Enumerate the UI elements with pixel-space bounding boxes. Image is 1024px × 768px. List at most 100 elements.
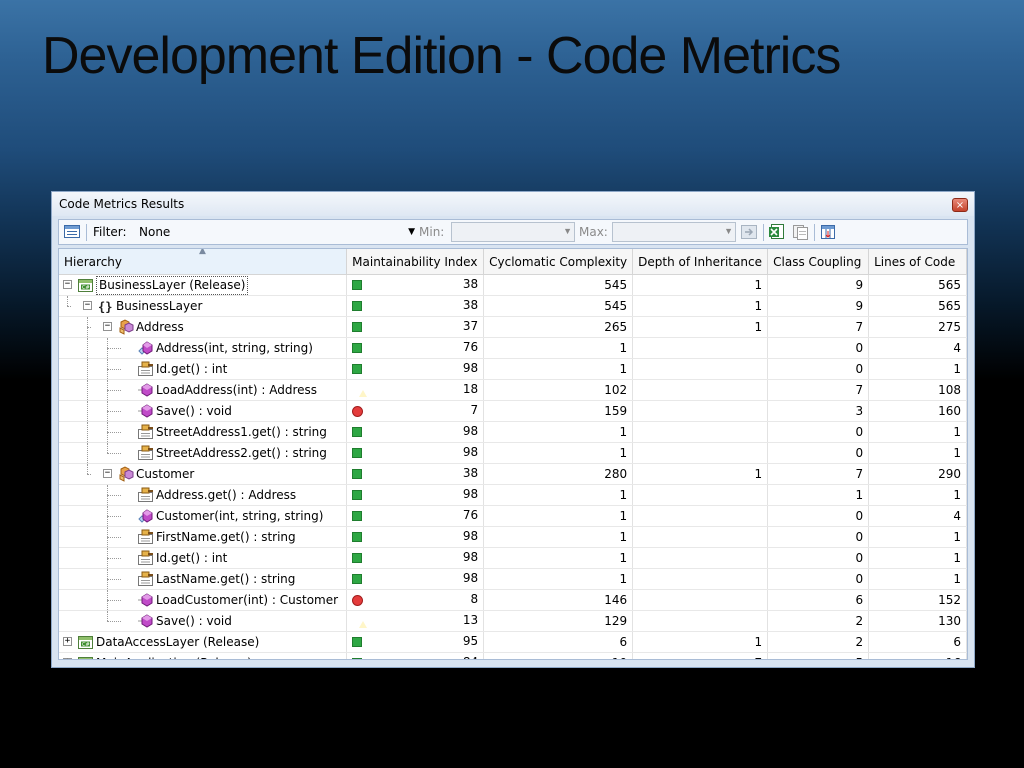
sort-ascending-icon: ▲ [199, 249, 206, 256]
svg-text:C#: C# [82, 642, 90, 648]
status-good-icon [352, 343, 363, 353]
tree-line [107, 453, 121, 454]
hierarchy-cell: + C# DataAccessLayer (Release) [59, 631, 348, 653]
table-row[interactable]: LoadAddress(int) : Address 18 102 7 108 [59, 379, 967, 401]
coupling-value: 3 [767, 400, 870, 422]
list-view-icon[interactable] [63, 223, 81, 241]
node-label[interactable]: LoadAddress(int) : Address [156, 380, 317, 400]
maintainability-cell: 8 [346, 589, 485, 611]
tree-node: − Customer [59, 464, 346, 484]
filter-dropdown[interactable]: None ▼ [137, 222, 415, 242]
status-good-icon [352, 301, 363, 311]
status-bad-icon [352, 595, 364, 606]
lines-value: 275 [868, 316, 967, 338]
collapse-icon[interactable]: − [103, 469, 112, 478]
table-row[interactable]: − Customer 38 280 1 7 290 [59, 463, 967, 485]
toolbar-separator [763, 224, 764, 241]
maintainability-cell: 98 [346, 358, 485, 380]
min-input[interactable]: ▼ [451, 222, 575, 242]
node-label[interactable]: Customer [136, 464, 194, 484]
table-row[interactable]: −{} BusinessLayer 38 545 1 9 565 [59, 295, 967, 317]
window-titlebar: Code Metrics Results × [52, 192, 974, 216]
node-label[interactable]: Customer(int, string, string) [156, 506, 323, 526]
depth-value: 1 [632, 274, 769, 296]
close-button[interactable]: × [952, 198, 968, 212]
hierarchy-cell: − C# BusinessLayer (Release) [59, 274, 348, 296]
apply-filter-icon[interactable] [740, 223, 758, 241]
table-row[interactable]: + C#MainApplication (Release) 84 107516 [59, 652, 967, 659]
table-row[interactable]: StreetAddress1.get() : string 98 1 0 1 [59, 421, 967, 443]
collapse-icon[interactable]: − [83, 301, 92, 310]
table-row[interactable]: Id.get() : int 98 1 0 1 [59, 547, 967, 569]
node-label[interactable]: LoadCustomer(int) : Customer [156, 590, 338, 610]
node-label[interactable]: MainApplication (Release) [96, 653, 252, 659]
depth-value [632, 379, 769, 401]
table-row[interactable]: LastName.get() : string 98 1 0 1 [59, 568, 967, 590]
table-row[interactable]: FirstName.get() : string 98 1 0 1 [59, 526, 967, 548]
maintainability-value: 7 [470, 403, 479, 417]
table-row[interactable]: LoadCustomer(int) : Customer 8 146 6 152 [59, 589, 967, 611]
node-label[interactable]: Id.get() : int [156, 548, 227, 568]
table-row[interactable]: − C# BusinessLayer (Release) 38 545 1 9 565 [59, 274, 967, 296]
maintainability-value: 98 [462, 571, 479, 585]
expand-icon[interactable]: + [63, 637, 72, 646]
maintainability-value: 38 [462, 466, 479, 480]
table-row[interactable]: StreetAddress2.get() : string 98 1 0 1 [59, 442, 967, 464]
maintainability-value: 95 [462, 634, 479, 648]
node-label[interactable]: Save() : void [156, 401, 232, 421]
maintainability-value: 38 [462, 298, 479, 312]
cyclomatic-value: 545 [483, 295, 634, 317]
node-label[interactable]: Save() : void [156, 611, 232, 631]
status-good-icon [352, 469, 363, 479]
node-label[interactable]: StreetAddress1.get() : string [156, 422, 327, 442]
tree-line [107, 348, 121, 349]
column-header-maintainability[interactable]: Maintainability Index [346, 249, 485, 275]
column-header-cyclomatic[interactable]: Cyclomatic Complexity [483, 249, 634, 275]
maintainability-value: 76 [462, 340, 479, 354]
node-label[interactable]: BusinessLayer (Release) [96, 276, 249, 295]
node-label[interactable]: DataAccessLayer (Release) [96, 632, 259, 652]
node-label[interactable]: BusinessLayer [116, 296, 202, 316]
max-input[interactable]: ▼ [612, 222, 736, 242]
node-label[interactable]: StreetAddress2.get() : string [156, 443, 327, 463]
node-label[interactable]: FirstName.get() : string [156, 527, 296, 547]
node-label[interactable]: Address.get() : Address [156, 485, 296, 505]
collapse-icon[interactable]: − [103, 322, 112, 331]
table-row[interactable]: Save() : void 13 129 2 130 [59, 610, 967, 632]
table-row[interactable]: + C# DataAccessLayer (Release) 95 6 1 2 6 [59, 631, 967, 653]
column-header-coupling[interactable]: Class Coupling [767, 249, 870, 275]
metrics-grid: Hierarchy ▲ Maintainability Index Cycloma… [58, 248, 968, 660]
table-row[interactable]: Save() : void 7 159 3 160 [59, 400, 967, 422]
maintainability-value: 13 [462, 613, 479, 627]
column-header-hierarchy[interactable]: Hierarchy ▲ [59, 249, 348, 275]
hierarchy-cell: − Address [59, 316, 348, 338]
assembly-icon: C# [77, 634, 94, 650]
table-row[interactable]: Id.get() : int 98 1 0 1 [59, 358, 967, 380]
tree-line [107, 432, 121, 433]
table-row[interactable]: Address.get() : Address 98 1 1 1 [59, 484, 967, 506]
columns-icon[interactable] [819, 223, 837, 241]
depth-value: 1 [632, 316, 769, 338]
expand-icon[interactable]: + [63, 658, 72, 659]
copy-icon[interactable] [791, 223, 809, 241]
table-row[interactable]: Customer(int, string, string) 76 1 0 4 [59, 505, 967, 527]
tree-line [87, 422, 88, 442]
property-icon [137, 445, 154, 461]
coupling-value: 0 [767, 442, 870, 464]
maintainability-value: 37 [462, 319, 479, 333]
maintainability-cell: 37 [346, 316, 485, 338]
table-row[interactable]: Address(int, string, string) 76 1 0 4 [59, 337, 967, 359]
node-label[interactable]: Address(int, string, string) [156, 338, 313, 358]
tree-line [67, 296, 68, 306]
collapse-icon[interactable]: − [63, 280, 72, 289]
status-good-icon [352, 637, 363, 647]
column-header-depth[interactable]: Depth of Inheritance [632, 249, 769, 275]
tree-node: LastName.get() : string [59, 569, 346, 589]
node-label[interactable]: Id.get() : int [156, 359, 227, 379]
column-header-lines[interactable]: Lines of Code [868, 249, 967, 275]
node-label[interactable]: Address [136, 317, 184, 337]
table-row[interactable]: − Address 37 265 1 7 275 [59, 316, 967, 338]
node-label[interactable]: LastName.get() : string [156, 569, 295, 589]
status-good-icon [352, 490, 363, 500]
export-excel-icon[interactable] [768, 223, 786, 241]
